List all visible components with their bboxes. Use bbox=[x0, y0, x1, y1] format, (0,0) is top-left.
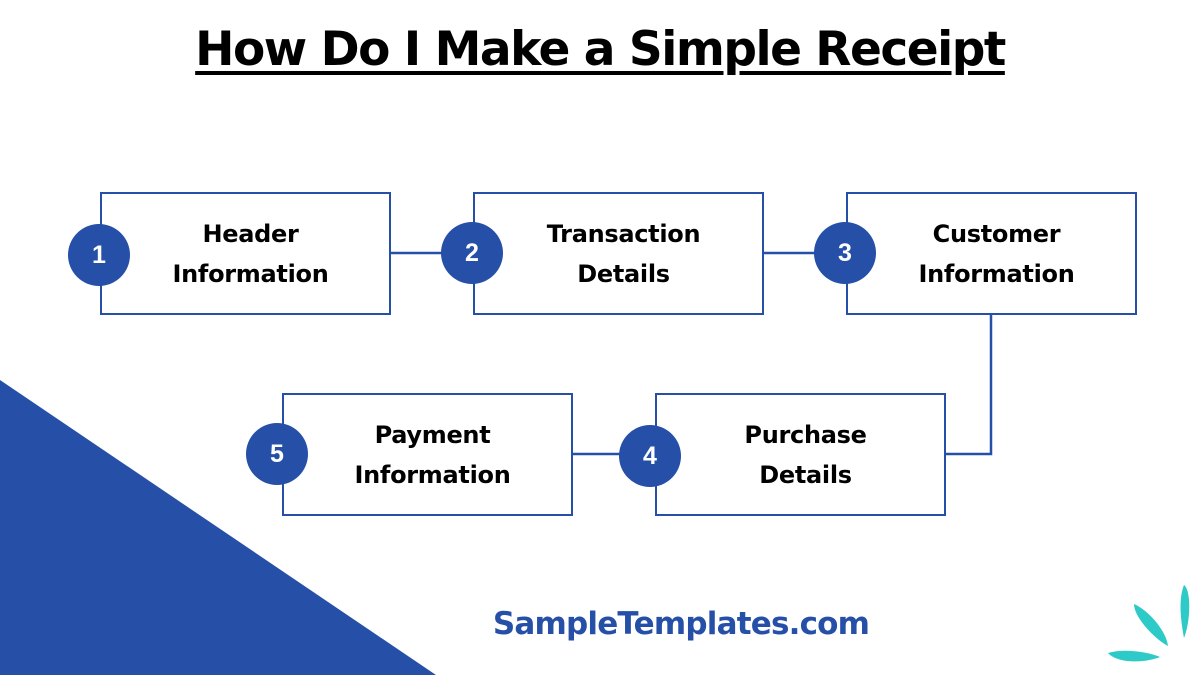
connector-lines bbox=[390, 251, 993, 456]
step-box-3: Customer Information bbox=[846, 192, 1137, 315]
leaf-decoration-icon bbox=[1108, 585, 1190, 662]
step-label-4: Purchase Details bbox=[744, 420, 867, 489]
step-number-4: 4 bbox=[619, 425, 681, 487]
step-label-3: Customer Information bbox=[918, 219, 1075, 288]
step-number-5: 5 bbox=[246, 423, 308, 485]
step-box-4: Purchase Details bbox=[655, 393, 946, 516]
brand-logo-text: SampleTemplates.com bbox=[492, 606, 870, 642]
step-box-1: Header Information bbox=[100, 192, 391, 315]
connector-3-4 bbox=[945, 314, 993, 456]
step-box-5: Payment Information bbox=[282, 393, 573, 516]
step-number-1: 1 bbox=[68, 224, 130, 286]
step-label-5: Payment Information bbox=[354, 420, 511, 489]
step-box-2: Transaction Details bbox=[473, 192, 764, 315]
page-title: How Do I Make a Simple Receipt bbox=[195, 22, 1006, 77]
step-number-2: 2 bbox=[441, 222, 503, 284]
step-number-3: 3 bbox=[814, 222, 876, 284]
step-label-1: Header Information bbox=[172, 219, 329, 288]
step-label-2: Transaction Details bbox=[546, 219, 701, 288]
